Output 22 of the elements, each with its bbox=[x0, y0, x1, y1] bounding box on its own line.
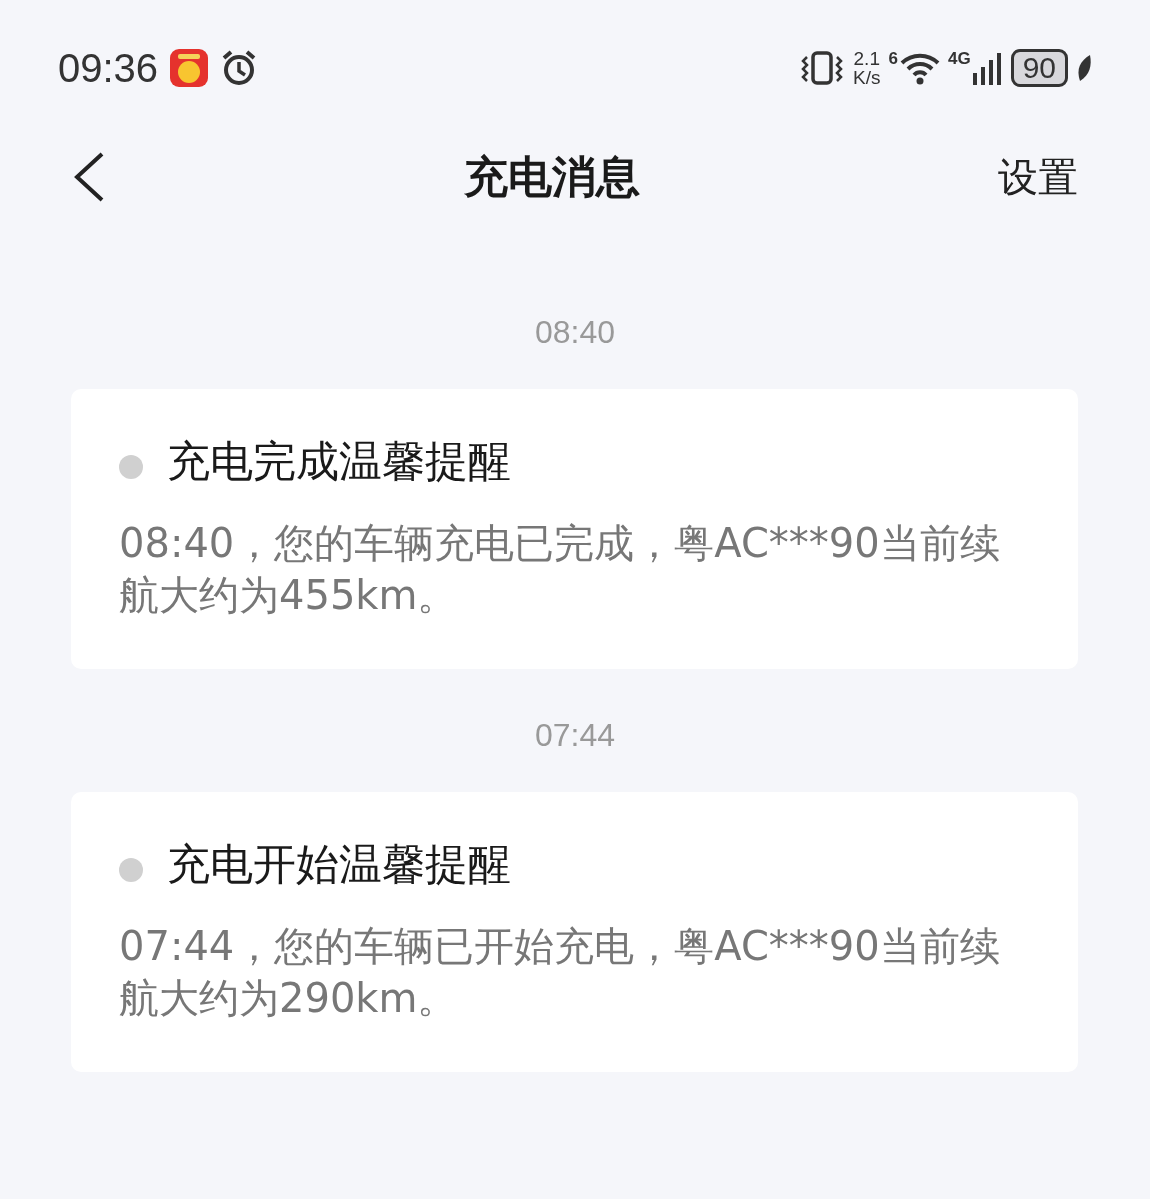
message-body: 08:40，您的车辆充电已完成，粤AC***90当前续航大约为455km。 bbox=[119, 519, 1001, 620]
speed-unit: K/s bbox=[853, 68, 881, 87]
page-title: 充电消息 bbox=[464, 149, 640, 204]
battery-indicator: 90 bbox=[1010, 49, 1068, 87]
wifi-icon bbox=[899, 51, 940, 85]
leaf-icon bbox=[1076, 53, 1092, 83]
speed-value: 2.1 bbox=[853, 49, 880, 68]
app-icon bbox=[170, 49, 209, 87]
message-time: 07:44 bbox=[533, 717, 617, 754]
message-title: 充电开始温馨提醒 bbox=[167, 838, 511, 891]
signal-icon bbox=[972, 51, 1003, 85]
status-time: 09:36 bbox=[58, 45, 159, 91]
settings-button[interactable]: 设置 bbox=[998, 149, 1078, 205]
message-time: 08:40 bbox=[533, 314, 617, 351]
network-label: 4G bbox=[947, 49, 971, 69]
message-body: 07:44，您的车辆已开始充电，粤AC***90当前续航大约为290km。 bbox=[119, 922, 1001, 1023]
message-card[interactable]: 充电完成温馨提醒 08:40，您的车辆充电已完成，粤AC***90当前续航大约为455km。 bbox=[71, 389, 1078, 669]
back-icon[interactable] bbox=[72, 151, 106, 203]
wifi-label: 6 bbox=[888, 49, 898, 69]
vibrate-icon bbox=[799, 49, 845, 87]
message-card[interactable]: 充电开始温馨提醒 07:44，您的车辆已开始充电，粤AC***90当前续航大约为290km。 bbox=[71, 792, 1078, 1072]
message-title: 充电完成温馨提醒 bbox=[167, 435, 511, 488]
